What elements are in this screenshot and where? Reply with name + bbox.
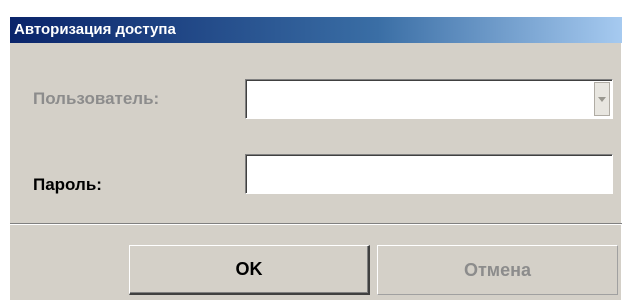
user-combobox[interactable] — [245, 79, 613, 119]
window-title: Авторизация доступа — [14, 21, 176, 38]
title-bar[interactable]: Авторизация доступа — [10, 17, 622, 43]
chevron-down-icon — [598, 96, 606, 102]
cancel-button[interactable]: Отмена — [377, 245, 618, 295]
user-dropdown-button[interactable] — [594, 82, 610, 116]
user-combobox-value — [250, 80, 580, 116]
password-field-frame — [245, 154, 613, 194]
password-input[interactable] — [250, 155, 580, 191]
user-label: Пользователь: — [33, 89, 160, 108]
separator — [10, 223, 622, 225]
auth-dialog: Авторизация доступа Пользователь: Пароль… — [9, 17, 622, 300]
ok-button[interactable]: OK — [129, 245, 370, 295]
password-label: Пароль: — [33, 175, 102, 194]
